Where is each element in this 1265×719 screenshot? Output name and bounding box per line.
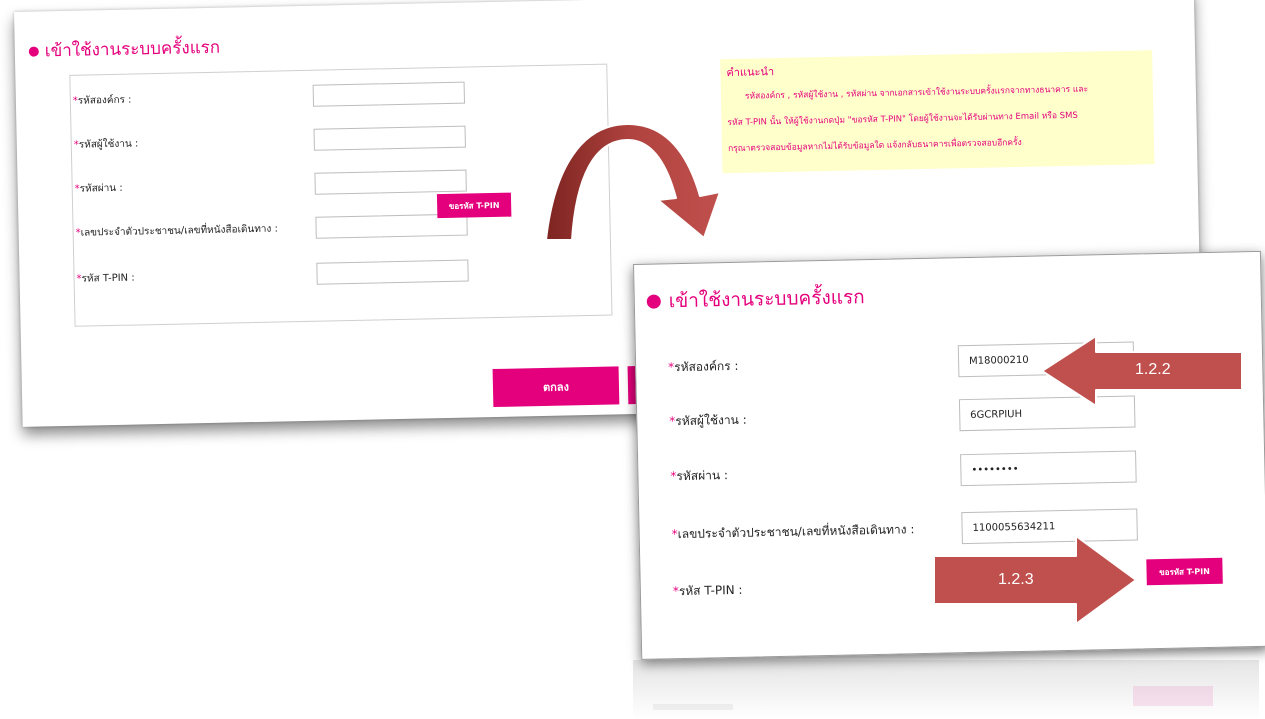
- advice-line: รหัสองค์กร , รหัสผู้ใช้งาน , รหัสผ่าน จา…: [744, 84, 1089, 102]
- callout-arrow-step-2: 1.2.3: [932, 534, 1138, 626]
- panel-reflection: [633, 660, 1259, 719]
- zoomed-password-row: *รหัสผ่าน : ••••••••: [668, 450, 1137, 493]
- zoomed-title-row: เข้าใช้งานระบบครั้งแรก: [646, 282, 865, 317]
- page-title: เข้าใช้งานระบบครั้งแรก: [44, 37, 221, 62]
- password-input[interactable]: ••••••••: [960, 450, 1137, 487]
- right-arrow-icon: [933, 535, 1137, 625]
- reflection-line-shape: [653, 704, 733, 710]
- username-label: *รหัสผู้ใช้งาน :: [73, 137, 139, 151]
- advice-box: คำแนะนำ รหัสองค์กร , รหัสผู้ใช้งาน , รหั…: [720, 50, 1155, 174]
- username-label: *รหัสผู้ใช้งาน :: [669, 412, 747, 428]
- request-tpin-button[interactable]: ขอรหัส T-PIN: [436, 192, 512, 219]
- callout-arrow-step-1: 1.2.2: [1040, 334, 1246, 408]
- zoomed-tpin-row: *รหัส T-PIN :: [671, 576, 963, 601]
- org-code-label: *รหัสองค์กร :: [72, 94, 132, 107]
- password-label: *รหัสผ่าน :: [74, 182, 123, 195]
- bullet-icon: [646, 294, 661, 309]
- reflection-button-shape: [1133, 686, 1213, 706]
- password-input[interactable]: [314, 169, 467, 195]
- tpin-row: *รหัส T-PIN :: [74, 259, 469, 290]
- bullet-icon: [28, 45, 39, 57]
- password-label: *รหัสผ่าน :: [670, 467, 729, 483]
- curved-arrow-icon: [545, 123, 721, 241]
- org-code-input[interactable]: [312, 81, 466, 107]
- form-title-row: เข้าใช้งานระบบครั้งแรก: [28, 34, 221, 65]
- tpin-label: *รหัส T-PIN :: [76, 272, 135, 285]
- callout-label-2: 1.2.3: [998, 571, 1034, 588]
- ok-button[interactable]: ตกลง: [492, 366, 620, 408]
- advice-heading: คำแนะนำ: [726, 65, 775, 80]
- org-code-row: *รหัสองค์กร :: [71, 81, 466, 112]
- tpin-input[interactable]: [316, 259, 469, 285]
- org-code-label: *รหัสองค์กร :: [668, 358, 739, 374]
- username-input[interactable]: [313, 125, 466, 151]
- citizen-id-row: *เลขประจำตัวประชาชน/เลขที่หนังสือเดินทาง…: [73, 213, 468, 244]
- advice-line: รหัส T-PIN นั้น ให้ผู้ใช้งานกดปุ่ม "ขอรห…: [727, 110, 1078, 129]
- advice-line: กรุณาตรวจสอบข้อมูลหากไม่ได้รับข้อมูลใด แ…: [727, 137, 1022, 155]
- password-row: *รหัสผ่าน :: [72, 169, 467, 200]
- citizen-id-label: *เลขประจำตัวประชาชน/เลขที่หนังสือเดินทาง…: [75, 223, 279, 239]
- callout-label-1: 1.2.2: [1135, 361, 1171, 378]
- username-row: *รหัสผู้ใช้งาน :: [72, 125, 466, 156]
- tpin-label: *รหัส T-PIN :: [672, 582, 743, 599]
- zoomed-page-title: เข้าใช้งานระบบครั้งแรก: [668, 286, 865, 313]
- citizen-id-label: *เลขประจำตัวประชาชน/เลขที่หนังสือเดินทาง…: [671, 521, 915, 541]
- request-tpin-button[interactable]: ขอรหัส T-PIN: [1146, 557, 1223, 586]
